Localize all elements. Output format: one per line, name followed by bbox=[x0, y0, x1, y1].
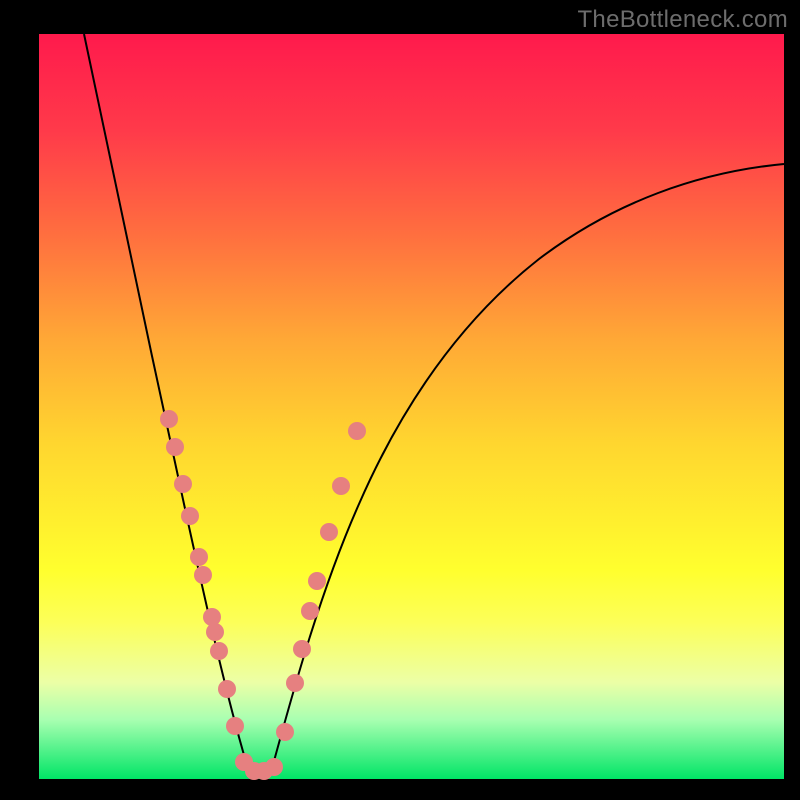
dot bbox=[226, 717, 244, 735]
dot bbox=[320, 523, 338, 541]
dot bbox=[190, 548, 208, 566]
dot bbox=[286, 674, 304, 692]
dot bbox=[210, 642, 228, 660]
dot bbox=[301, 602, 319, 620]
dot bbox=[348, 422, 366, 440]
dot bbox=[166, 438, 184, 456]
curve-dots bbox=[160, 410, 366, 780]
dot bbox=[218, 680, 236, 698]
dot bbox=[160, 410, 178, 428]
dot bbox=[194, 566, 212, 584]
curve-left-branch bbox=[84, 34, 249, 772]
curve-right-branch bbox=[271, 164, 784, 772]
dot bbox=[265, 758, 283, 776]
watermark-text: TheBottleneck.com bbox=[577, 6, 788, 34]
chart-frame: TheBottleneck.com bbox=[0, 0, 800, 800]
dot bbox=[206, 623, 224, 641]
dot bbox=[276, 723, 294, 741]
dot bbox=[174, 475, 192, 493]
dot bbox=[308, 572, 326, 590]
plot-area bbox=[39, 34, 784, 779]
dot bbox=[293, 640, 311, 658]
bottleneck-curve bbox=[39, 34, 784, 779]
dot bbox=[203, 608, 221, 626]
dot bbox=[332, 477, 350, 495]
dot bbox=[181, 507, 199, 525]
